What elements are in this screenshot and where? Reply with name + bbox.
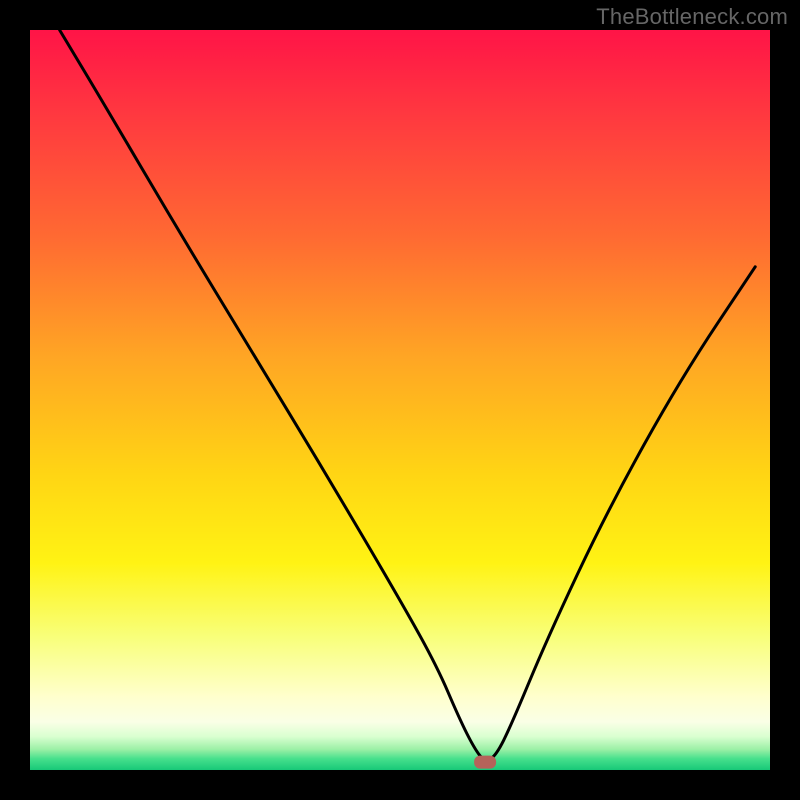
watermark-text: TheBottleneck.com: [596, 4, 788, 30]
optimal-point-marker: [474, 756, 496, 769]
plot-background: [30, 30, 770, 770]
bottleneck-chart: [0, 0, 800, 800]
chart-stage: TheBottleneck.com: [0, 0, 800, 800]
